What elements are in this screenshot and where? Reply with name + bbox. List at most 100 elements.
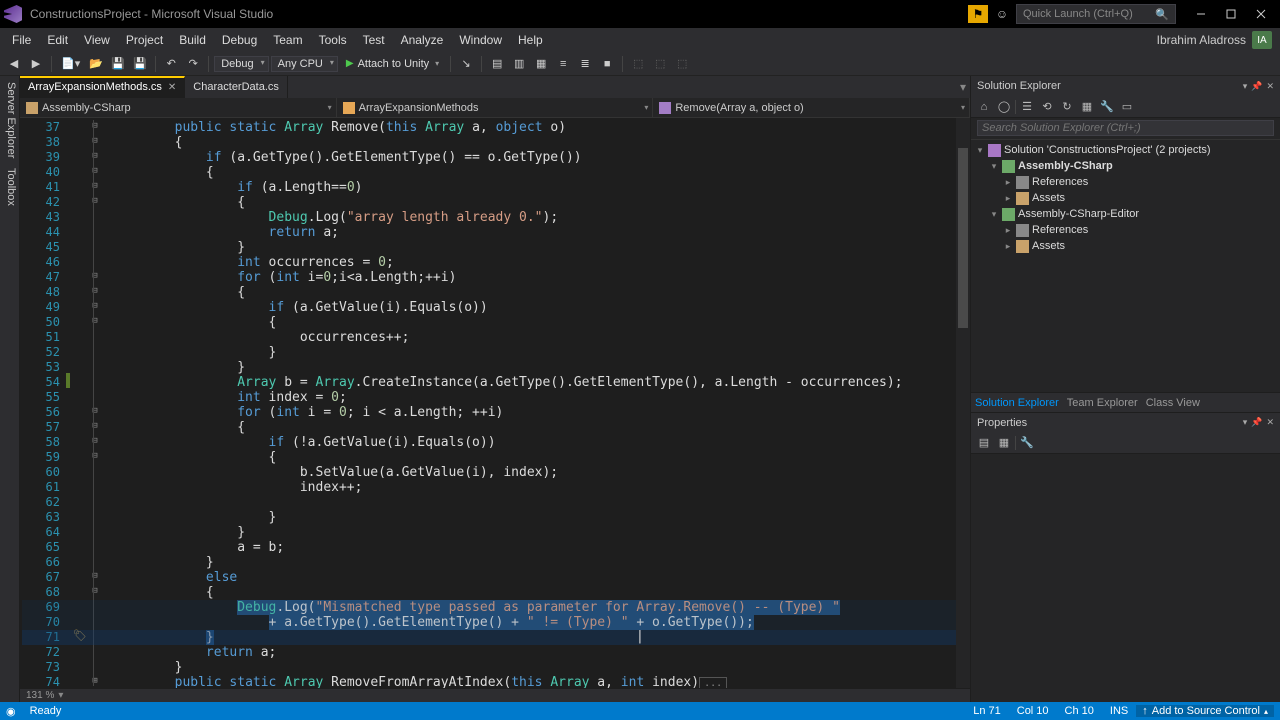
props-categorized-button[interactable]: ▤: [975, 434, 993, 452]
solution-explorer-search[interactable]: [971, 118, 1280, 140]
tree-node[interactable]: ▸Assets: [971, 190, 1280, 206]
indent-button[interactable]: ≣: [575, 55, 595, 72]
prj-icon: [1002, 160, 1015, 173]
se-refresh-button[interactable]: ↻: [1058, 98, 1076, 116]
misc-button-2[interactable]: ⬚: [650, 55, 670, 72]
nav-fwd-button[interactable]: ▶: [26, 55, 46, 72]
nav-method-combo[interactable]: Remove(Array a, object o): [653, 98, 970, 117]
doc-tab[interactable]: CharacterData.cs: [185, 76, 288, 98]
notification-flag-icon[interactable]: ⚑: [968, 5, 988, 23]
menu-window[interactable]: Window: [451, 30, 510, 50]
user-avatar-badge[interactable]: IA: [1252, 31, 1272, 49]
start-debug-button[interactable]: ▶ Attach to Unity ▾: [340, 56, 445, 72]
zoom-dropdown-icon[interactable]: ▾: [58, 690, 63, 701]
user-name[interactable]: Ibrahim Aladross: [1157, 33, 1246, 47]
menu-tools[interactable]: Tools: [311, 30, 355, 50]
menu-team[interactable]: Team: [265, 30, 310, 50]
se-search-input[interactable]: [977, 120, 1274, 136]
status-col: Col 10: [1009, 705, 1057, 717]
zoom-level[interactable]: 131 %: [26, 690, 54, 701]
props-menu-icon[interactable]: ▾: [1243, 417, 1248, 428]
solution-tree[interactable]: ▾Solution 'ConstructionsProject' (2 proj…: [971, 140, 1280, 392]
bookmark-button[interactable]: ▦: [531, 55, 551, 72]
props-pages-button[interactable]: 🔧: [1018, 434, 1036, 452]
props-pin-icon[interactable]: 📌: [1251, 417, 1262, 428]
scrollbar-thumb[interactable]: [958, 148, 968, 328]
tree-node[interactable]: ▸References: [971, 174, 1280, 190]
add-source-control-button[interactable]: ↑ Add to Source Control ▴: [1136, 705, 1274, 717]
comment-button[interactable]: ▤: [487, 55, 507, 72]
se-collapse-button[interactable]: ☰: [1018, 98, 1036, 116]
undo-button[interactable]: ↶: [161, 55, 181, 72]
config-selector[interactable]: Debug: [214, 56, 268, 72]
new-project-button[interactable]: 📄▾: [57, 55, 84, 72]
misc-button-3[interactable]: ⬚: [672, 55, 692, 72]
se-sync-button[interactable]: ⟲: [1038, 98, 1056, 116]
solution-icon: [988, 144, 1001, 157]
status-ready: Ready: [22, 705, 70, 717]
step-into-button[interactable]: ↘: [456, 55, 476, 72]
start-label: Attach to Unity: [358, 58, 430, 70]
se-properties-button[interactable]: 🔧: [1098, 98, 1116, 116]
feedback-icon[interactable]: ☺: [992, 5, 1012, 23]
menu-help[interactable]: Help: [510, 30, 551, 50]
save-all-button[interactable]: 💾: [130, 55, 150, 72]
tree-node[interactable]: ▾Assembly-CSharp-Editor: [971, 206, 1280, 222]
menu-build[interactable]: Build: [171, 30, 214, 50]
maximize-button[interactable]: [1216, 3, 1246, 25]
props-alpha-button[interactable]: ▦: [995, 434, 1013, 452]
code-editor[interactable]: 3738394041424344454647484950515253545556…: [20, 118, 970, 688]
tab-solution-explorer[interactable]: Solution Explorer: [975, 397, 1059, 409]
se-home-button[interactable]: ⌂: [975, 98, 993, 116]
properties-body: [971, 454, 1280, 702]
tree-node[interactable]: ▾Assembly-CSharp: [971, 158, 1280, 174]
nav-back-button[interactable]: ◀: [4, 55, 24, 72]
code-content[interactable]: | public static Array Remove(this Array …: [102, 118, 956, 688]
toolbox-tab[interactable]: Toolbox: [2, 168, 17, 206]
se-showall-button[interactable]: ▦: [1078, 98, 1096, 116]
tab-team-explorer[interactable]: Team Explorer: [1067, 397, 1138, 409]
panel-menu-icon[interactable]: ▾: [1243, 81, 1248, 92]
open-button[interactable]: 📂: [86, 55, 106, 72]
quick-launch-input[interactable]: Quick Launch (Ctrl+Q) 🔍: [1016, 4, 1176, 24]
search-icon: 🔍: [1155, 8, 1169, 21]
menu-test[interactable]: Test: [355, 30, 393, 50]
solution-root[interactable]: ▾Solution 'ConstructionsProject' (2 proj…: [971, 142, 1280, 158]
ref-icon: [1016, 176, 1029, 189]
minimize-button[interactable]: [1186, 3, 1216, 25]
uncomment-button[interactable]: ▥: [509, 55, 529, 72]
panel-pin-icon[interactable]: 📌: [1251, 81, 1262, 92]
menu-file[interactable]: File: [4, 30, 39, 50]
panel-close-icon[interactable]: ✕: [1266, 81, 1274, 92]
se-preview-button[interactable]: ▭: [1118, 98, 1136, 116]
outdent-button[interactable]: ≡: [553, 56, 573, 72]
menu-debug[interactable]: Debug: [214, 30, 265, 50]
redo-button[interactable]: ↷: [183, 55, 203, 72]
server-explorer-tab[interactable]: Server Explorer: [2, 82, 17, 158]
toggle-button[interactable]: ■: [597, 56, 617, 72]
menu-edit[interactable]: Edit: [39, 30, 76, 50]
doc-tab[interactable]: ArrayExpansionMethods.cs✕: [20, 76, 185, 98]
menubar: FileEditViewProjectBuildDebugTeamToolsTe…: [0, 28, 1280, 52]
fld-icon: [1016, 192, 1029, 205]
nav-class-combo[interactable]: ArrayExpansionMethods: [337, 98, 654, 117]
tree-node[interactable]: ▸References: [971, 222, 1280, 238]
nav-project-combo[interactable]: Assembly-CSharp: [20, 98, 337, 117]
vertical-scrollbar[interactable]: [956, 118, 970, 688]
platform-selector[interactable]: Any CPU: [271, 56, 338, 72]
misc-button-1[interactable]: ⬚: [628, 55, 648, 72]
menu-analyze[interactable]: Analyze: [393, 30, 452, 50]
props-close-icon[interactable]: ✕: [1266, 417, 1274, 428]
tab-overflow-button[interactable]: ▾: [960, 80, 966, 94]
close-button[interactable]: [1246, 3, 1276, 25]
se-back-button[interactable]: ◯: [995, 98, 1013, 116]
save-button[interactable]: 💾: [108, 55, 128, 72]
statusbar: ◉ Ready Ln 71 Col 10 Ch 10 INS ↑ Add to …: [0, 702, 1280, 720]
solution-explorer-title: Solution Explorer ▾ 📌 ✕: [971, 76, 1280, 96]
tab-class-view[interactable]: Class View: [1146, 397, 1200, 409]
left-tool-strip[interactable]: Server Explorer Toolbox: [0, 76, 20, 702]
close-tab-icon[interactable]: ✕: [168, 82, 176, 93]
tree-node[interactable]: ▸Assets: [971, 238, 1280, 254]
menu-view[interactable]: View: [76, 30, 118, 50]
menu-project[interactable]: Project: [118, 30, 171, 50]
